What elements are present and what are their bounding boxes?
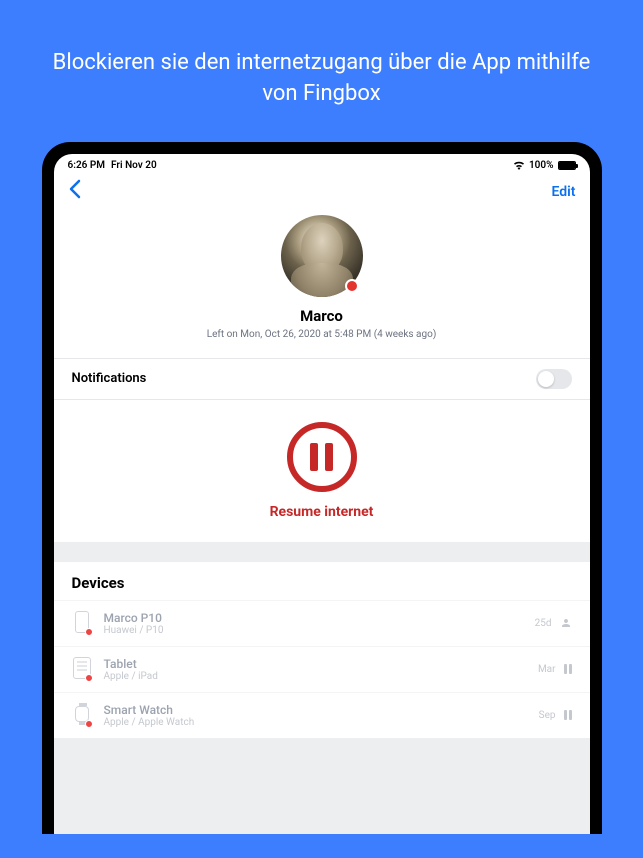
device-subtitle: Huawei / P10 bbox=[104, 625, 523, 636]
pause-icon bbox=[310, 443, 333, 471]
resume-internet-button[interactable] bbox=[287, 422, 357, 492]
notifications-label: Notifications bbox=[72, 371, 147, 386]
resume-internet-label: Resume internet bbox=[54, 504, 590, 520]
edit-button[interactable]: Edit bbox=[552, 184, 576, 200]
device-row[interactable]: Tablet Apple / iPad Mar bbox=[54, 646, 590, 692]
battery-percent: 100% bbox=[529, 160, 554, 171]
profile-subtitle: Left on Mon, Oct 26, 2020 at 5:48 PM (4 … bbox=[54, 329, 590, 340]
device-name: Smart Watch bbox=[104, 703, 527, 717]
profile-section: Marco Left on Mon, Oct 26, 2020 at 5:48 … bbox=[54, 215, 590, 358]
pause-icon bbox=[564, 664, 572, 674]
device-subtitle: Apple / iPad bbox=[104, 671, 526, 682]
device-meta-time: 25d bbox=[535, 618, 552, 629]
device-meta-time: Sep bbox=[539, 710, 556, 721]
person-icon bbox=[560, 617, 572, 629]
status-time: 6:26 PM bbox=[68, 160, 106, 171]
presence-dot-icon bbox=[345, 279, 359, 293]
phone-icon bbox=[72, 611, 92, 635]
avatar[interactable] bbox=[281, 215, 363, 297]
resume-internet-section: Resume internet bbox=[54, 400, 590, 542]
notifications-row: Notifications bbox=[54, 358, 590, 400]
device-name: Tablet bbox=[104, 657, 526, 671]
section-divider bbox=[54, 542, 590, 562]
nav-bar: Edit bbox=[54, 173, 590, 215]
status-bar: 6:26 PM Fri Nov 20 100% bbox=[54, 154, 590, 173]
pause-icon bbox=[564, 710, 572, 720]
wifi-icon bbox=[513, 161, 525, 170]
status-date: Fri Nov 20 bbox=[111, 160, 157, 171]
devices-header: Devices bbox=[54, 562, 590, 600]
app-screen: 6:26 PM Fri Nov 20 100% Edit Marco Left … bbox=[54, 154, 590, 834]
notifications-toggle[interactable] bbox=[536, 369, 572, 389]
chevron-left-icon bbox=[68, 179, 82, 199]
tablet-icon bbox=[72, 657, 92, 681]
profile-name: Marco bbox=[54, 307, 590, 325]
back-button[interactable] bbox=[68, 179, 82, 205]
watch-icon bbox=[72, 703, 92, 727]
marketing-headline: Blockieren sie den internetzugang über d… bbox=[0, 0, 643, 142]
device-name: Marco P10 bbox=[104, 611, 523, 625]
device-row[interactable]: Marco P10 Huawei / P10 25d bbox=[54, 600, 590, 646]
battery-icon bbox=[558, 161, 576, 170]
bottom-spacer bbox=[54, 738, 590, 834]
device-meta-time: Mar bbox=[538, 664, 556, 675]
tablet-frame: 6:26 PM Fri Nov 20 100% Edit Marco Left … bbox=[42, 142, 602, 834]
device-row[interactable]: Smart Watch Apple / Apple Watch Sep bbox=[54, 692, 590, 738]
device-subtitle: Apple / Apple Watch bbox=[104, 717, 527, 728]
